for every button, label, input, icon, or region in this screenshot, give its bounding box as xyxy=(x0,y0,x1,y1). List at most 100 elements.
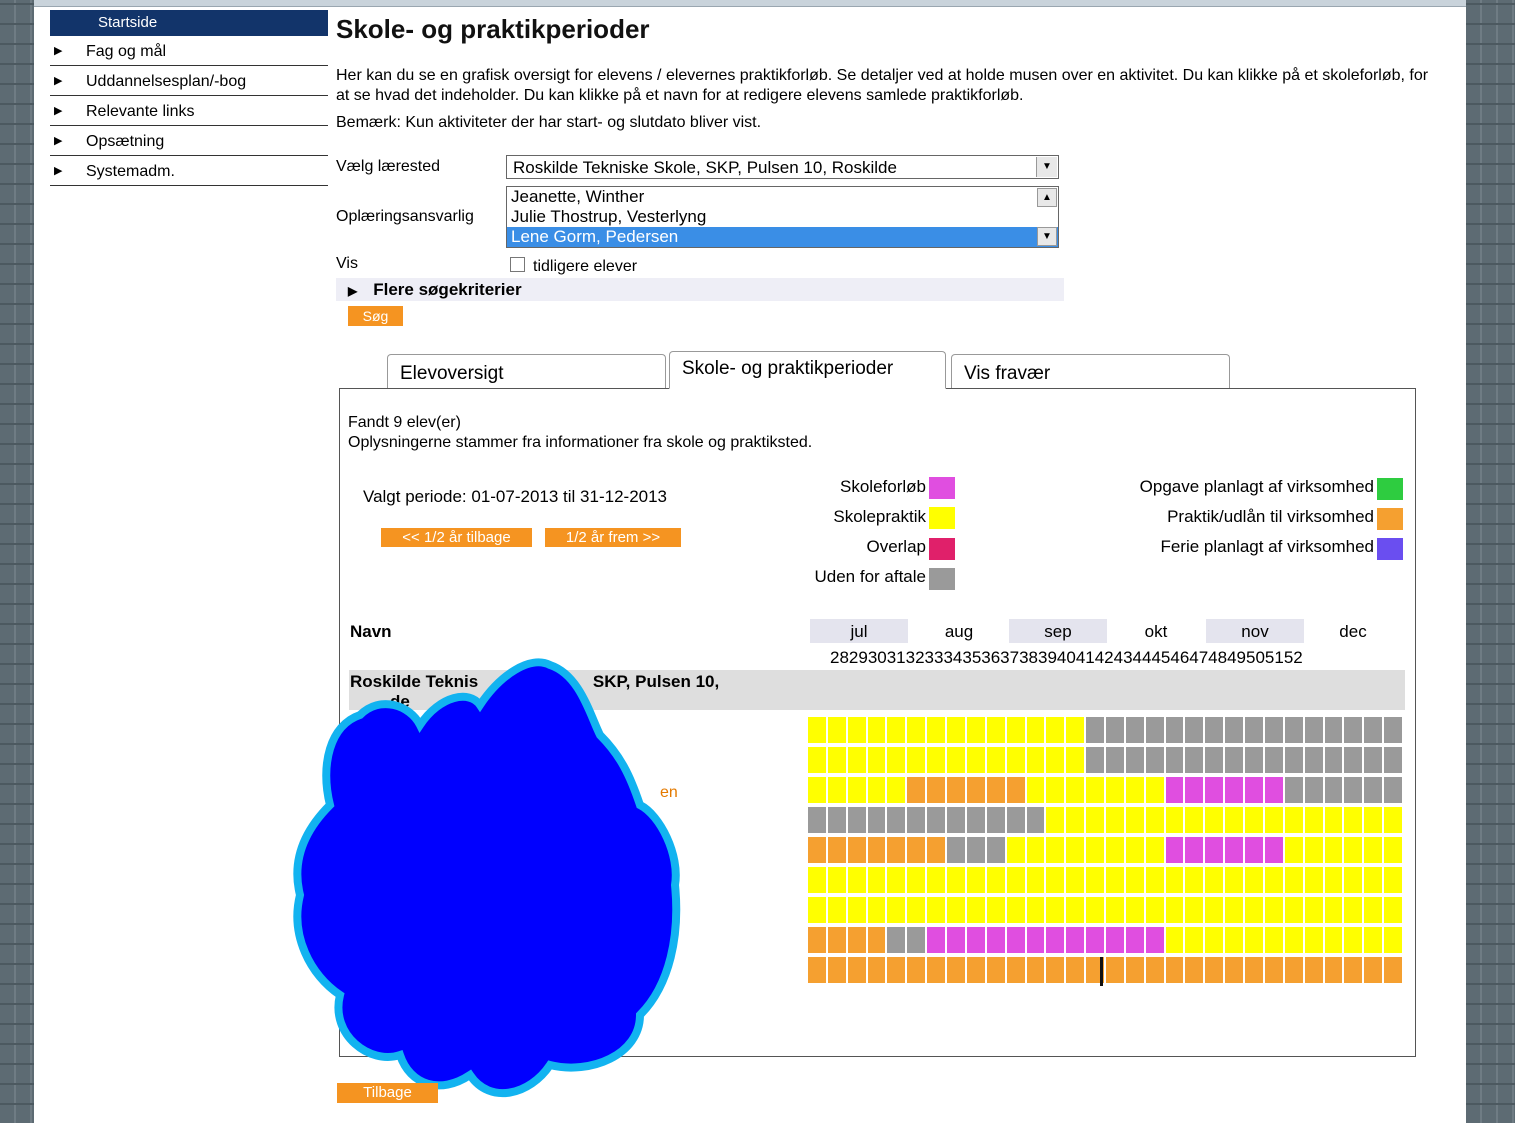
uden-for-aftale-cell[interactable] xyxy=(986,837,1007,863)
skolepraktik-cell[interactable] xyxy=(1066,777,1087,803)
forward-half-year-button[interactable]: 1/2 år frem >> xyxy=(545,528,681,547)
skolepraktik-cell[interactable] xyxy=(1324,807,1345,833)
skolepraktik-cell[interactable] xyxy=(1086,897,1106,923)
skolepraktik-cell[interactable] xyxy=(1086,837,1106,863)
skolepraktik-cell[interactable] xyxy=(1344,897,1365,923)
skolepraktik-cell[interactable] xyxy=(1125,867,1146,893)
skolepraktik-cell[interactable] xyxy=(1324,837,1345,863)
skolepraktik-cell[interactable] xyxy=(966,897,987,923)
skoleforloeb-cell[interactable] xyxy=(1046,927,1067,953)
skolepraktik-cell[interactable] xyxy=(1384,867,1404,893)
uden-for-aftale-cell[interactable] xyxy=(1304,747,1325,773)
skolepraktik-cell[interactable] xyxy=(1205,927,1226,953)
uden-for-aftale-cell[interactable] xyxy=(1344,777,1365,803)
skolepraktik-cell[interactable] xyxy=(1106,837,1126,863)
skoleforloeb-cell[interactable] xyxy=(1205,837,1226,863)
praktik-cell[interactable] xyxy=(1086,957,1106,983)
search-button[interactable]: Søg xyxy=(348,306,403,326)
praktik-cell[interactable] xyxy=(1264,957,1285,983)
praktik-cell[interactable] xyxy=(1046,957,1067,983)
praktik-cell[interactable] xyxy=(1006,777,1027,803)
skolepraktik-cell[interactable] xyxy=(827,717,848,743)
skolepraktik-cell[interactable] xyxy=(808,747,828,773)
uden-for-aftale-cell[interactable] xyxy=(1106,747,1126,773)
skolepraktik-cell[interactable] xyxy=(1066,747,1087,773)
skolepraktik-cell[interactable] xyxy=(907,717,928,743)
praktik-cell[interactable] xyxy=(847,957,868,983)
skoleforloeb-cell[interactable] xyxy=(1264,777,1285,803)
skolepraktik-cell[interactable] xyxy=(1344,867,1365,893)
skolepraktik-cell[interactable] xyxy=(1364,867,1385,893)
skolepraktik-cell[interactable] xyxy=(867,717,888,743)
skolepraktik-cell[interactable] xyxy=(1185,927,1206,953)
back-half-year-button[interactable]: << 1/2 år tilbage xyxy=(381,528,532,547)
skolepraktik-cell[interactable] xyxy=(1284,837,1305,863)
skolepraktik-cell[interactable] xyxy=(867,777,888,803)
skoleforloeb-cell[interactable] xyxy=(1205,777,1226,803)
uden-for-aftale-cell[interactable] xyxy=(1264,717,1285,743)
praktik-cell[interactable] xyxy=(1245,957,1265,983)
skoleforloeb-cell[interactable] xyxy=(1125,927,1146,953)
uden-for-aftale-cell[interactable] xyxy=(1384,747,1404,773)
skoleforloeb-cell[interactable] xyxy=(1245,837,1265,863)
tab-vis-fravaer[interactable]: Vis fravær xyxy=(951,354,1230,388)
uden-for-aftale-cell[interactable] xyxy=(927,807,948,833)
skolepraktik-cell[interactable] xyxy=(1165,807,1186,833)
praktik-cell[interactable] xyxy=(1384,957,1404,983)
skoleforloeb-cell[interactable] xyxy=(947,927,967,953)
skolepraktik-cell[interactable] xyxy=(1026,867,1047,893)
skolepraktik-cell[interactable] xyxy=(1086,867,1106,893)
praktik-cell[interactable] xyxy=(1026,957,1047,983)
skolepraktik-cell[interactable] xyxy=(927,747,948,773)
skolepraktik-cell[interactable] xyxy=(1165,927,1186,953)
uden-for-aftale-cell[interactable] xyxy=(947,807,967,833)
skolepraktik-cell[interactable] xyxy=(947,717,967,743)
skolepraktik-cell[interactable] xyxy=(887,747,908,773)
skolepraktik-cell[interactable] xyxy=(1344,807,1365,833)
skolepraktik-cell[interactable] xyxy=(986,867,1007,893)
praktik-cell[interactable] xyxy=(867,957,888,983)
uden-for-aftale-cell[interactable] xyxy=(1006,807,1027,833)
praktik-cell[interactable] xyxy=(1185,957,1206,983)
praktik-cell[interactable] xyxy=(947,777,967,803)
skolepraktik-cell[interactable] xyxy=(907,867,928,893)
skolepraktik-cell[interactable] xyxy=(1304,837,1325,863)
skolepraktik-cell[interactable] xyxy=(1264,867,1285,893)
skolepraktik-cell[interactable] xyxy=(1165,897,1186,923)
skoleforloeb-cell[interactable] xyxy=(1225,777,1246,803)
uden-for-aftale-cell[interactable] xyxy=(1165,747,1186,773)
nav-item-relevante-links[interactable]: ▶ Relevante links xyxy=(50,96,328,126)
skolepraktik-cell[interactable] xyxy=(1125,897,1146,923)
skolepraktik-cell[interactable] xyxy=(1364,897,1385,923)
skolepraktik-cell[interactable] xyxy=(1125,777,1146,803)
praktik-cell[interactable] xyxy=(947,957,967,983)
uden-for-aftale-cell[interactable] xyxy=(827,807,848,833)
praktik-cell[interactable] xyxy=(1344,957,1365,983)
praktik-cell[interactable] xyxy=(808,957,828,983)
skolepraktik-cell[interactable] xyxy=(1245,867,1265,893)
skoleforloeb-cell[interactable] xyxy=(1086,927,1106,953)
uden-for-aftale-cell[interactable] xyxy=(847,807,868,833)
skolepraktik-cell[interactable] xyxy=(1125,837,1146,863)
nav-item-opsaetning[interactable]: ▶ Opsætning xyxy=(50,126,328,156)
skolepraktik-cell[interactable] xyxy=(1225,867,1246,893)
skolepraktik-cell[interactable] xyxy=(867,867,888,893)
skoleforloeb-cell[interactable] xyxy=(927,927,948,953)
skolepraktik-cell[interactable] xyxy=(1304,807,1325,833)
skolepraktik-cell[interactable] xyxy=(1245,927,1265,953)
skolepraktik-cell[interactable] xyxy=(1046,717,1067,743)
tab-elevoversigt[interactable]: Elevoversigt xyxy=(387,354,666,388)
uden-for-aftale-cell[interactable] xyxy=(1344,747,1365,773)
uden-for-aftale-cell[interactable] xyxy=(1284,747,1305,773)
chevron-down-icon[interactable]: ▼ xyxy=(1036,157,1057,177)
nav-item-fag-og-maal[interactable]: ▶ Fag og mål xyxy=(50,36,328,66)
uden-for-aftale-cell[interactable] xyxy=(1284,777,1305,803)
skolepraktik-cell[interactable] xyxy=(1205,807,1226,833)
previous-students-checkbox[interactable] xyxy=(510,257,525,272)
uden-for-aftale-cell[interactable] xyxy=(1145,747,1166,773)
uden-for-aftale-cell[interactable] xyxy=(1086,747,1106,773)
skoleforloeb-cell[interactable] xyxy=(1066,927,1087,953)
skolepraktik-cell[interactable] xyxy=(947,747,967,773)
praktik-cell[interactable] xyxy=(927,837,948,863)
skolepraktik-cell[interactable] xyxy=(1046,837,1067,863)
